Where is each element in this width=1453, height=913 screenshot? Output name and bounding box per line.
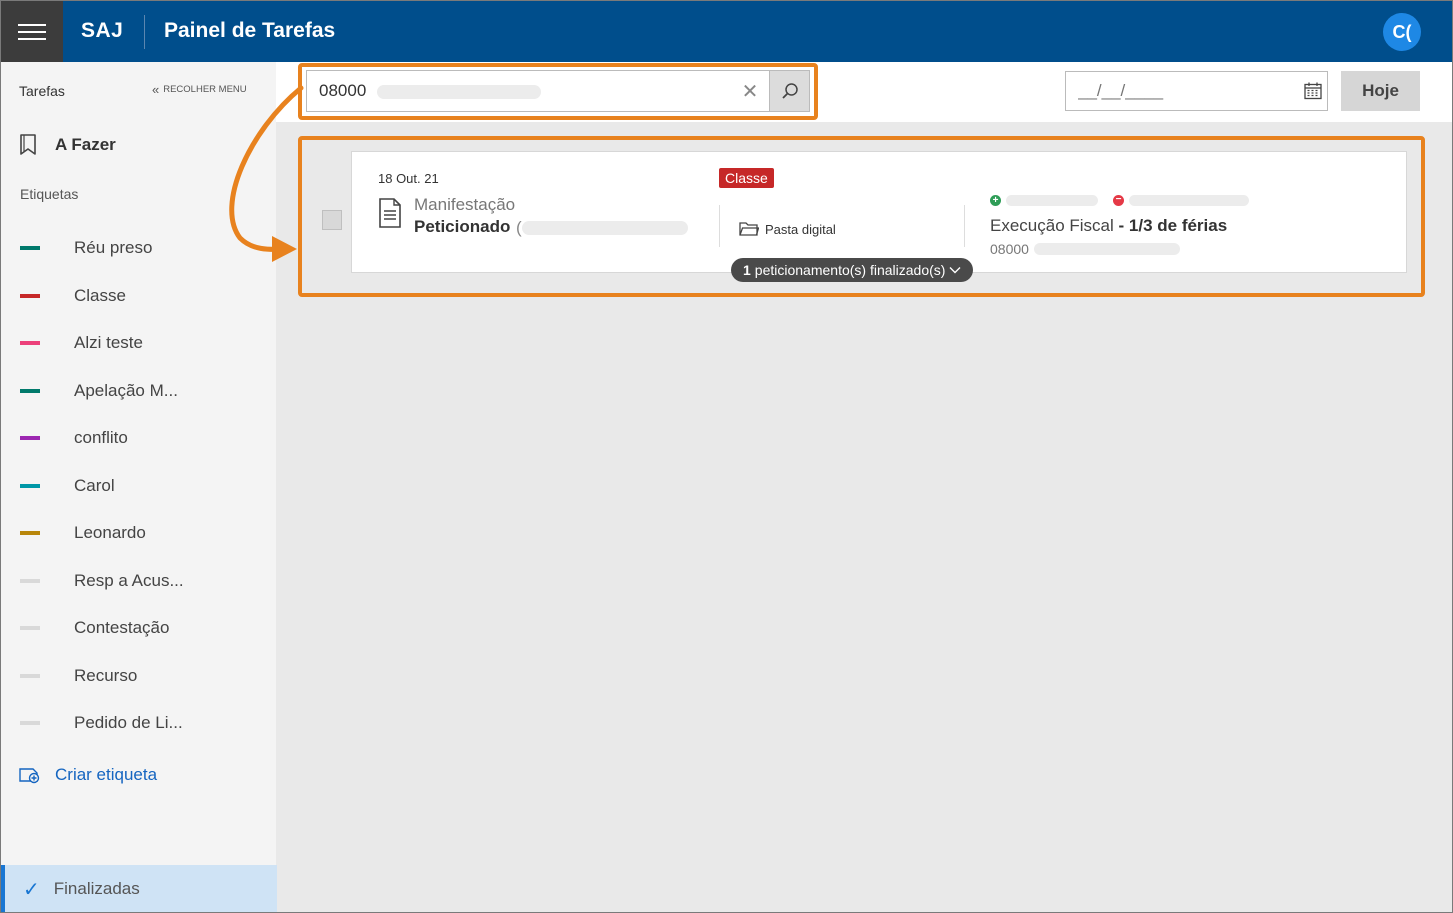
annotation-arrow <box>229 85 304 262</box>
